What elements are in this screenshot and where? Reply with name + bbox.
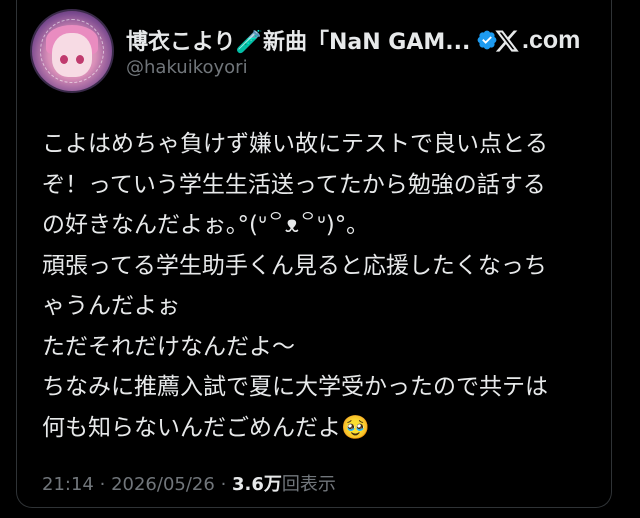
tweet-line: 何も知らないんだごめんだよ🥹 <box>42 414 370 441</box>
x-logo-text: .com <box>522 26 581 54</box>
tweet-time[interactable]: 21:14 <box>42 474 94 495</box>
tweet-line: こよはめちゃ負けず嫌い故にテストで良い点とる <box>42 131 548 157</box>
tweet-screenshot: 博衣こより🧪新曲「NaN GAM... @hakuikoyori .com こよ… <box>0 0 640 518</box>
x-logo-icon <box>495 29 519 52</box>
tweet-line: ぞ！っていう学生生活送ってたから勉強の話する <box>42 171 546 198</box>
views-count: 3.6万 <box>232 474 282 495</box>
author-display-name[interactable]: 博衣こより🧪新曲「NaN GAM... <box>126 24 470 56</box>
tweet-line: ゃうんだよぉ <box>42 293 180 319</box>
tweet-line: ちなみに推薦入試で夏に大学受かったので共テは <box>42 374 548 400</box>
tweet-line: ただそれだけなんだよ〜 <box>42 333 295 360</box>
tweet-date[interactable]: 2026/05/26 <box>111 474 215 495</box>
tweet-line: の好きなんだよぉ｡°(ᐡ꒪ᴥ꒪ᐡ)°｡ <box>42 212 358 238</box>
x-logo[interactable]: .com <box>494 26 580 55</box>
avatar-ring <box>40 19 104 83</box>
meta-separator-2: · <box>220 474 227 495</box>
author-name-row[interactable]: 博衣こより🧪新曲「NaN GAM... <box>126 24 498 56</box>
tweet-line: 頑張ってる学生助手くん見ると応援したくなっち <box>42 252 547 279</box>
meta-separator: · <box>99 474 106 495</box>
views-label: 回表示 <box>281 474 336 495</box>
avatar[interactable] <box>30 9 114 93</box>
tweet-body: こよはめちゃ負けず嫌い故にテストで良い点とる ぞ！っていう学生生活送ってたから勉… <box>42 124 602 448</box>
tweet-meta: 21:14 · 2026/05/26 · 3.6万回表示 <box>42 470 336 496</box>
author-handle[interactable]: @hakuikoyori <box>126 57 248 78</box>
